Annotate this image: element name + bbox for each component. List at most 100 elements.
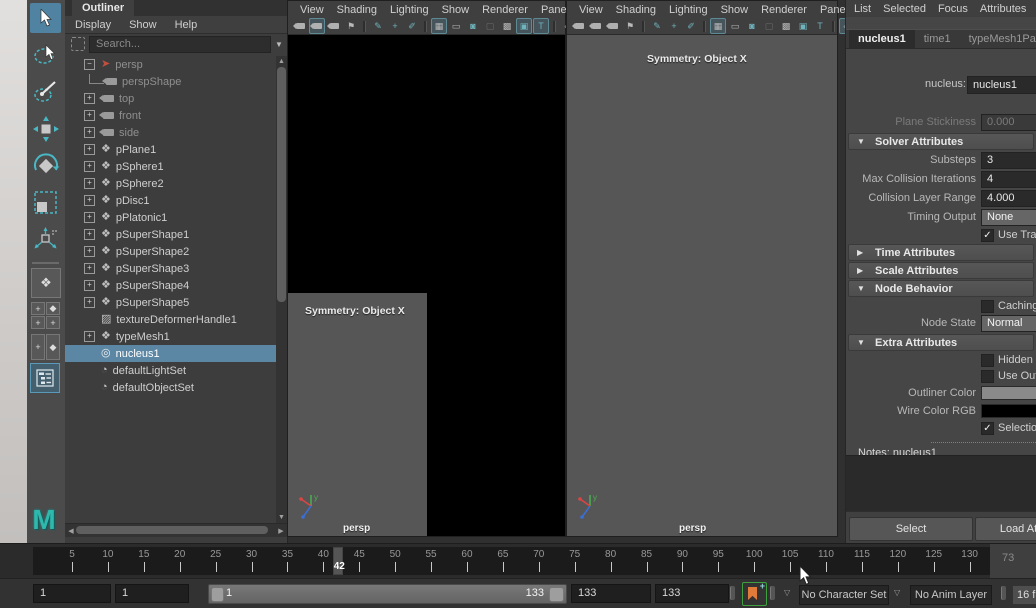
section-node-behavior[interactable]: ▼ Node Behavior <box>848 280 1034 297</box>
soft-modification-tool-button[interactable] <box>30 225 61 255</box>
scroll-down-icon[interactable]: ▼ <box>276 514 287 521</box>
outliner-toggle-button[interactable] <box>30 363 60 393</box>
outliner-item-pSuperShape4[interactable]: + ❖ pSuperShape4 <box>65 277 276 294</box>
expand-icon[interactable]: + <box>84 178 95 189</box>
scrollbar-thumb[interactable] <box>76 526 268 534</box>
collapse-all-button[interactable]: + <box>46 316 60 329</box>
hud-text-icon[interactable]: T <box>812 18 828 34</box>
camera-lock-icon[interactable] <box>588 18 604 34</box>
camera-icon[interactable] <box>292 18 308 34</box>
playback-end-field[interactable]: 133 <box>571 584 651 603</box>
menu-lighting[interactable]: Lighting <box>390 4 429 16</box>
field-chart-icon[interactable]: ▩ <box>499 18 515 34</box>
character-set-selector[interactable]: No Character Set <box>799 585 889 605</box>
viewport-persp-right[interactable]: View Shading Lighting Show Renderer Pane… <box>566 0 855 537</box>
scrollbar-thumb[interactable] <box>277 67 286 302</box>
menu-renderer[interactable]: Renderer <box>482 4 528 16</box>
checkbox-use-tran[interactable]: ✓ <box>981 229 994 242</box>
poly-display-button[interactable]: ❖ <box>31 268 61 298</box>
pencil-icon[interactable]: ✐ <box>683 18 699 34</box>
timeline-track[interactable]: 5 10 15 20 25 30 35 40 45 50 55 60 65 70 75 80 85 90 95 100… <box>33 547 990 575</box>
scroll-left-icon[interactable]: ◀ <box>67 527 75 535</box>
paint-select-tool-button[interactable] <box>30 77 61 107</box>
lasso-select-tool-button[interactable] <box>30 40 61 70</box>
outliner-menu-help[interactable]: Help <box>175 19 198 31</box>
paint-effects-icon[interactable]: ✎ <box>370 18 386 34</box>
expand-icon[interactable]: + <box>84 331 95 342</box>
move-tool-button[interactable] <box>30 114 61 144</box>
viewport-persp-left[interactable]: View Shading Lighting Show Renderer Pane… <box>287 0 575 537</box>
checkbox-use-outl[interactable] <box>981 370 994 383</box>
checkbox-selection[interactable]: ✓ <box>981 422 994 435</box>
outliner-item-pSuperShape5[interactable]: + ❖ pSuperShape5 <box>65 294 276 311</box>
film-gate-icon[interactable]: ▭ <box>448 18 464 34</box>
fps-field[interactable]: 16 f <box>1012 585 1036 605</box>
attr-dropdown-node-state[interactable]: Normal <box>981 315 1036 332</box>
outliner-horizontal-scrollbar[interactable]: ◀ ▶ <box>65 523 287 537</box>
outliner-item-pSuperShape1[interactable]: + ❖ pSuperShape1 <box>65 226 276 243</box>
load-attributes-button[interactable]: Load At <box>975 517 1036 541</box>
camera-icon[interactable] <box>571 18 587 34</box>
filter-icon[interactable] <box>71 37 85 51</box>
select-tool-button[interactable] <box>30 3 61 33</box>
outliner-item-nucleus1[interactable]: ◎ nucleus1 <box>65 345 276 362</box>
film-gate-icon[interactable]: ▭ <box>727 18 743 34</box>
camera-lock-icon[interactable] <box>309 18 325 34</box>
collapse-one-button[interactable]: ◆ <box>46 302 60 315</box>
expand-icon[interactable]: + <box>84 229 95 240</box>
expand-icon[interactable]: + <box>84 161 95 172</box>
camera-aim-icon[interactable] <box>326 18 342 34</box>
outliner-item-pSphere1[interactable]: + ❖ pSphere1 <box>65 158 276 175</box>
menu-view[interactable]: View <box>300 4 324 16</box>
animation-end-field[interactable]: 133 <box>655 584 729 603</box>
viewport1-canvas[interactable]: Symmetry: Object X y persp <box>288 35 565 536</box>
menu-view[interactable]: View <box>579 4 603 16</box>
scale-tool-button[interactable] <box>30 188 61 218</box>
separator-handle[interactable] <box>770 586 775 600</box>
outliner-menu-show[interactable]: Show <box>129 19 157 31</box>
anim-layer-selector[interactable]: No Anim Layer <box>910 585 992 605</box>
resolution-gate-icon[interactable]: ◙ <box>465 18 481 34</box>
outliner-item-persp[interactable]: − ➤ persp <box>65 56 276 73</box>
menu-shading[interactable]: Shading <box>337 4 377 16</box>
input-connection-button[interactable]: + <box>31 334 45 360</box>
attr-field-plane-stickiness[interactable]: 0.000 <box>981 114 1036 131</box>
select-button[interactable]: Select <box>849 517 973 541</box>
attr-dropdown-timing-output[interactable]: None <box>981 209 1036 226</box>
expand-icon[interactable]: + <box>84 110 95 121</box>
bookmark-icon[interactable]: ⚑ <box>343 18 359 34</box>
time-slider[interactable]: 5 10 15 20 25 30 35 40 45 50 55 60 65 70 75 80 85 90 95 100… <box>0 543 1036 579</box>
snap-icon[interactable]: + <box>666 18 682 34</box>
section-extra-attributes[interactable]: ▼ Extra Attributes <box>848 334 1034 351</box>
expand-all-button[interactable]: + <box>31 316 45 329</box>
outliner-item-pPlatonic1[interactable]: + ❖ pPlatonic1 <box>65 209 276 226</box>
paint-effects-icon[interactable]: ✎ <box>649 18 665 34</box>
resolution-gate-icon[interactable]: ◙ <box>744 18 760 34</box>
expand-icon[interactable]: + <box>84 263 95 274</box>
outliner-item-perspShape[interactable]: perspShape <box>65 73 276 90</box>
separator-handle[interactable] <box>730 586 735 600</box>
scroll-right-icon[interactable]: ▶ <box>277 527 285 535</box>
auto-key-button[interactable]: + <box>742 581 767 606</box>
menu-list[interactable]: List <box>854 3 871 15</box>
menu-renderer[interactable]: Renderer <box>761 4 807 16</box>
rotate-tool-button[interactable] <box>30 151 61 181</box>
outliner-item-defaultLightSet[interactable]: ◔ defaultLightSet <box>65 362 276 379</box>
color-swatch-wire-color-rgb[interactable] <box>981 404 1036 418</box>
expand-icon[interactable]: + <box>84 212 95 223</box>
outliner-item-pSphere2[interactable]: + ❖ pSphere2 <box>65 175 276 192</box>
scroll-up-icon[interactable]: ▲ <box>276 58 287 65</box>
outliner-item-front[interactable]: + front <box>65 107 276 124</box>
output-connection-button[interactable]: ◆ <box>46 334 60 360</box>
outliner-vertical-scrollbar[interactable]: ▲ ▼ <box>276 56 287 523</box>
outliner-item-defaultObjectSet[interactable]: ◔ defaultObjectSet <box>65 379 276 396</box>
search-options-dropdown-icon[interactable]: ▼ <box>271 40 287 49</box>
outliner-search-input[interactable]: Search... <box>89 35 271 53</box>
expand-icon[interactable]: + <box>84 280 95 291</box>
character-set-dropdown-icon[interactable]: ▽ <box>784 588 790 597</box>
attr-field-collision-layer-range[interactable]: 4.000 <box>981 190 1036 207</box>
section-solver-attributes[interactable]: ▼ Solver Attributes <box>848 133 1034 150</box>
menu-shading[interactable]: Shading <box>616 4 656 16</box>
image-plane-icon[interactable]: ▣ <box>795 18 811 34</box>
outliner-item-pSuperShape2[interactable]: + ❖ pSuperShape2 <box>65 243 276 260</box>
